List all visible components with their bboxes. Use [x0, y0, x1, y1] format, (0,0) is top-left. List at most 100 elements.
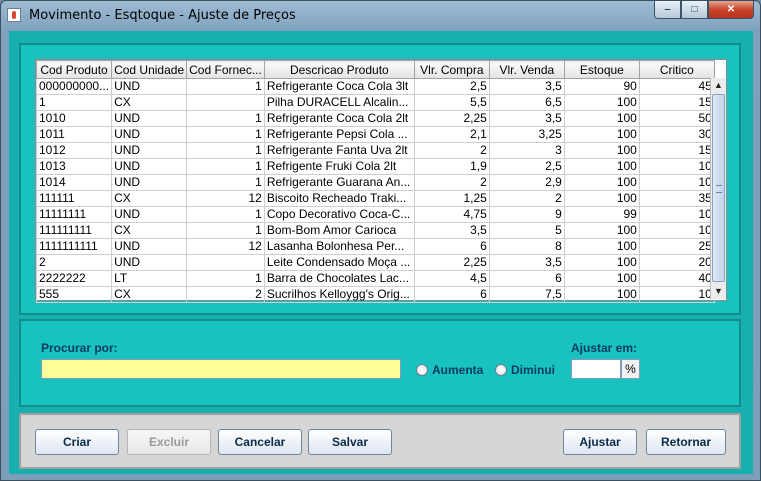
table-row[interactable]: 1013 UND 1 Refrigente Fruki Cola 2lt 1,9 2,5 1… — [35, 158, 715, 175]
table-cell[interactable]: 3,5 — [413, 222, 490, 239]
table-cell[interactable]: 2,5 — [413, 78, 490, 95]
table-row[interactable]: 555 CX 2 Sucrilhos Kelloygg's Orig... 6 7,5 10… — [35, 286, 715, 303]
table-cell[interactable]: 1 — [35, 94, 113, 111]
table-cell[interactable]: 12 — [186, 238, 265, 255]
table-cell[interactable]: 555 — [35, 286, 113, 303]
table-cell[interactable]: Lasanha Bolonhesa Per... — [263, 238, 415, 255]
table-cell[interactable]: 100 — [563, 270, 640, 287]
adjust-percent-input[interactable] — [571, 359, 621, 379]
table-cell[interactable]: Refrigerante Guarana An... — [263, 174, 415, 191]
table-cell[interactable]: 40 — [638, 270, 715, 287]
table-cell[interactable]: 100 — [563, 222, 640, 239]
table-cell[interactable]: 11111111 — [35, 206, 113, 223]
table-cell[interactable]: 8 — [488, 238, 565, 255]
table-cell[interactable]: UND — [111, 158, 188, 175]
column-header[interactable]: Cod Fornec... — [186, 60, 265, 79]
table-cell[interactable]: 3,25 — [488, 126, 565, 143]
table-cell[interactable]: 100 — [563, 254, 640, 271]
table-cell[interactable]: 10 — [638, 174, 715, 191]
minimize-button[interactable]: ‒ — [654, 1, 681, 19]
table-cell[interactable]: 7,5 — [488, 286, 565, 303]
table-cell[interactable]: Pilha DURACELL Alcalin... — [263, 94, 415, 111]
table-cell[interactable]: 100 — [563, 158, 640, 175]
table-cell[interactable] — [186, 94, 265, 111]
table-row[interactable]: 111111 CX 12 Biscoito Recheado Traki... 1,25… — [35, 190, 715, 207]
table-cell[interactable]: CX — [111, 222, 188, 239]
column-header[interactable]: Vlr. Venda — [488, 60, 565, 79]
table-cell[interactable]: LT — [111, 270, 188, 287]
ajustar-button[interactable]: Ajustar — [563, 429, 637, 455]
table-cell[interactable]: 1 — [186, 158, 265, 175]
table-cell[interactable]: 2,9 — [488, 174, 565, 191]
table-cell[interactable]: 12 — [186, 190, 265, 207]
radio-decrease-circle[interactable] — [495, 364, 507, 376]
table-cell[interactable]: Refrigerante Coca Cola 2lt — [263, 110, 415, 127]
table-cell[interactable]: 1013 — [35, 158, 113, 175]
table-cell[interactable]: 10 — [638, 286, 715, 303]
table-cell[interactable]: 1 — [186, 142, 265, 159]
radio-increase[interactable]: Aumenta — [416, 363, 483, 377]
table-cell[interactable]: 4,5 — [413, 270, 490, 287]
table-cell[interactable]: CX — [111, 94, 188, 111]
table-cell[interactable]: CX — [111, 190, 188, 207]
table-cell[interactable]: Copo Decorativo Coca-C... — [263, 206, 415, 223]
table-cell[interactable]: 1 — [186, 78, 265, 95]
column-header[interactable]: Cod Unidade — [111, 60, 188, 79]
table-cell[interactable]: UND — [111, 142, 188, 159]
table-cell[interactable]: 30 — [638, 126, 715, 143]
table-cell[interactable]: UND — [111, 174, 188, 191]
table-cell[interactable]: 2222222 — [35, 270, 113, 287]
column-header[interactable]: Cod Produto — [35, 60, 113, 79]
table-cell[interactable]: 1 — [186, 222, 265, 239]
table-cell[interactable]: 10 — [638, 222, 715, 239]
scroll-thumb[interactable] — [712, 94, 725, 282]
table-cell[interactable]: 2,25 — [413, 254, 490, 271]
retornar-button[interactable]: Retornar — [646, 429, 726, 455]
table-cell[interactable]: Leite Condensado Moça ... — [263, 254, 415, 271]
table-cell[interactable]: 1 — [186, 126, 265, 143]
column-header[interactable]: Vlr. Compra — [413, 60, 490, 79]
table-cell[interactable]: 1 — [186, 270, 265, 287]
table-cell[interactable]: UND — [111, 206, 188, 223]
table-cell[interactable]: 50 — [638, 110, 715, 127]
table-cell[interactable]: 100 — [563, 110, 640, 127]
table-cell[interactable]: 000000000... — [35, 78, 113, 95]
title-bar[interactable]: Movimento - Esqtoque - Ajuste de Preços … — [1, 1, 760, 31]
column-header[interactable]: Estoque — [563, 60, 640, 79]
table-cell[interactable]: 35 — [638, 190, 715, 207]
table-cell[interactable]: Biscoito Recheado Traki... — [263, 190, 415, 207]
close-button[interactable]: ✕ — [708, 1, 754, 19]
table-cell[interactable]: 6 — [413, 238, 490, 255]
table-row[interactable]: 1 CX Pilha DURACELL Alcalin... 5,5 6,5 100 15 — [35, 94, 715, 111]
table-cell[interactable]: 1111111111 — [35, 238, 113, 255]
table-cell[interactable]: 3,5 — [488, 78, 565, 95]
column-header[interactable]: Critico — [638, 60, 715, 79]
table-cell[interactable]: 100 — [563, 174, 640, 191]
table-cell[interactable]: UND — [111, 110, 188, 127]
table-cell[interactable]: 100 — [563, 126, 640, 143]
table-cell[interactable]: 4,75 — [413, 206, 490, 223]
table-row[interactable]: 2 UND Leite Condensado Moça ... 2,25 3,5 100 2… — [35, 254, 715, 271]
table-cell[interactable]: CX — [111, 286, 188, 303]
table-cell[interactable]: 99 — [563, 206, 640, 223]
table-cell[interactable]: UND — [111, 254, 188, 271]
table-cell[interactable]: 45 — [638, 78, 715, 95]
table-cell[interactable]: Bom-Bom Amor Carioca — [263, 222, 415, 239]
table-row[interactable]: 1014 UND 1 Refrigerante Guarana An... 2 2,9 10… — [35, 174, 715, 191]
table-cell[interactable]: 1,25 — [413, 190, 490, 207]
table-cell[interactable]: 2 — [413, 142, 490, 159]
table-row[interactable]: 1012 UND 1 Refrigerante Fanta Uva 2lt 2 3 100 1… — [35, 142, 715, 159]
table-cell[interactable]: 1 — [186, 110, 265, 127]
table-cell[interactable]: 2 — [488, 190, 565, 207]
table-cell[interactable]: 25 — [638, 238, 715, 255]
table-cell[interactable]: 100 — [563, 190, 640, 207]
salvar-button[interactable]: Salvar — [308, 429, 392, 455]
table-cell[interactable]: 2,1 — [413, 126, 490, 143]
table-cell[interactable]: 5,5 — [413, 94, 490, 111]
table-cell[interactable]: 111111111 — [35, 222, 113, 239]
table-cell[interactable]: 2,25 — [413, 110, 490, 127]
table-cell[interactable]: 111111 — [35, 190, 113, 207]
table-cell[interactable]: 100 — [563, 286, 640, 303]
table-cell[interactable]: 100 — [563, 94, 640, 111]
table-cell[interactable]: Barra de Chocolates Lac... — [263, 270, 415, 287]
